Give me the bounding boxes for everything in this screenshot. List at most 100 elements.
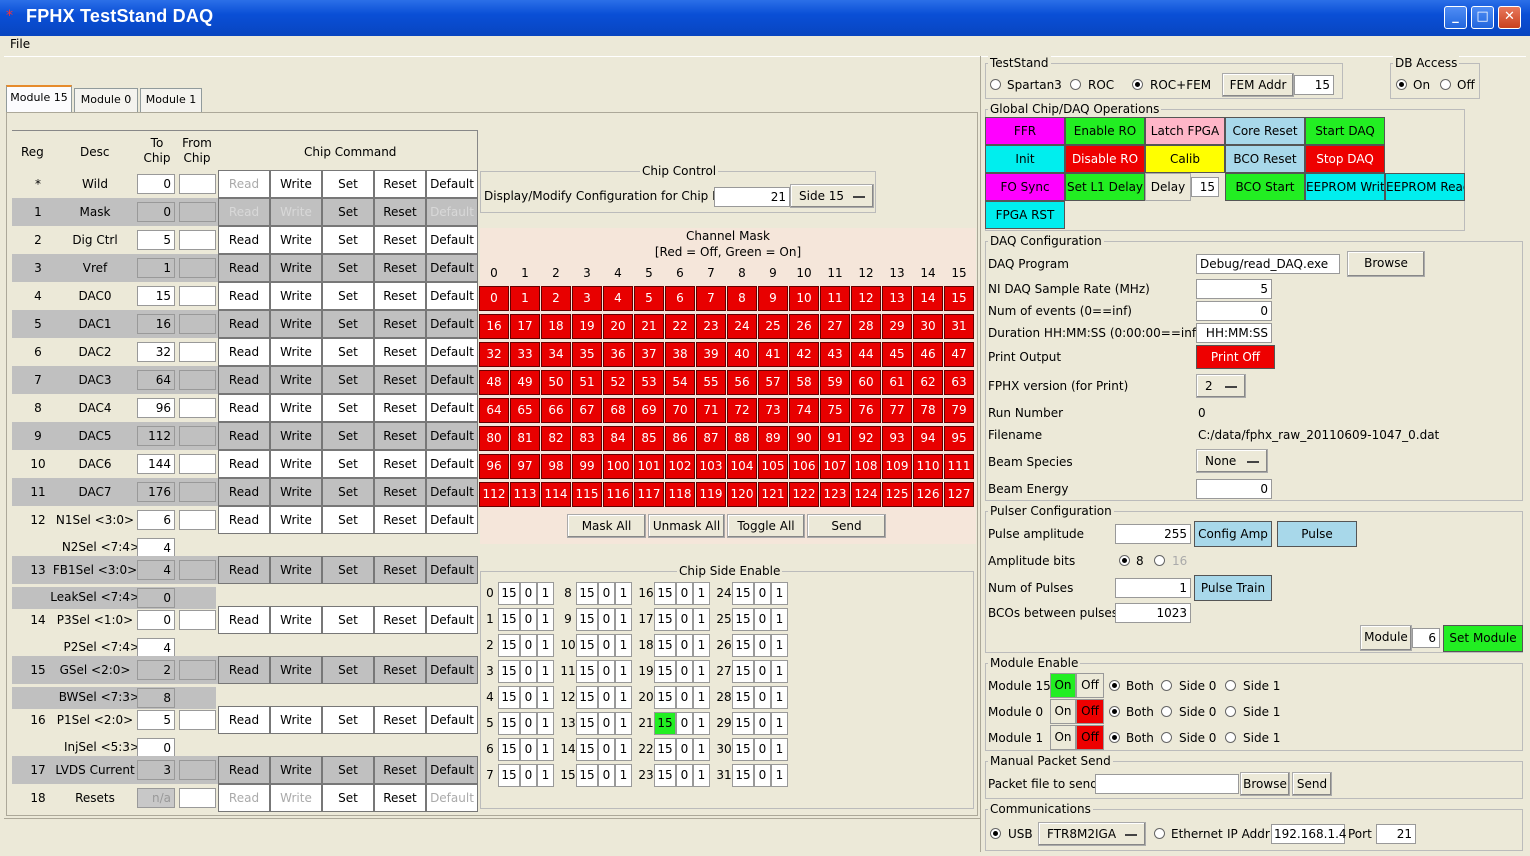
channel-toggle[interactable]: 107 — [820, 454, 850, 479]
chip-side-1[interactable]: 1 — [693, 634, 710, 657]
channel-toggle[interactable]: 42 — [789, 342, 819, 367]
radio-side1[interactable] — [1225, 680, 1236, 691]
chip-side-mask[interactable]: 15 — [732, 660, 754, 683]
channel-toggle[interactable]: 76 — [851, 398, 881, 423]
beam-energy-field[interactable]: 0 — [1196, 479, 1272, 499]
channel-toggle[interactable]: 62 — [913, 370, 943, 395]
to-chip-field[interactable]: 176 — [137, 482, 175, 502]
chip-side-mask[interactable]: 15 — [498, 686, 520, 709]
chip-side-1[interactable]: 1 — [771, 608, 788, 631]
channel-toggle[interactable]: 64 — [479, 398, 509, 423]
write-button[interactable]: Write — [270, 478, 322, 506]
chip-side-1[interactable]: 1 — [537, 634, 554, 657]
channel-toggle[interactable]: 86 — [665, 426, 695, 451]
channel-toggle[interactable]: 123 — [820, 482, 850, 507]
set-button[interactable]: Set — [322, 394, 374, 422]
reset-button[interactable]: Reset — [374, 338, 426, 366]
channel-toggle[interactable]: 19 — [572, 314, 602, 339]
channel-toggle[interactable]: 88 — [727, 426, 757, 451]
default-button[interactable]: Default — [426, 506, 478, 534]
write-button[interactable]: Write — [270, 198, 322, 226]
beam-species-select[interactable]: None — [1196, 449, 1268, 473]
module-on-button[interactable]: On — [1050, 725, 1076, 750]
unmask-all-button[interactable]: Unmask All — [648, 514, 725, 538]
channel-toggle[interactable]: 87 — [696, 426, 726, 451]
daq-browse-button[interactable]: Browse — [1347, 251, 1425, 277]
read-button[interactable]: Read — [218, 394, 270, 422]
set-button[interactable]: Set — [322, 310, 374, 338]
reset-button[interactable]: Reset — [374, 310, 426, 338]
bco-reset-button[interactable]: BCO Reset — [1225, 145, 1305, 173]
usb-device-select[interactable]: FTR8M2IGA — [1038, 822, 1146, 846]
packet-file-field[interactable] — [1095, 774, 1239, 794]
channel-toggle[interactable]: 44 — [851, 342, 881, 367]
channel-toggle[interactable]: 124 — [851, 482, 881, 507]
channel-toggle[interactable]: 20 — [603, 314, 633, 339]
channel-toggle[interactable]: 35 — [572, 342, 602, 367]
set-button[interactable]: Set — [322, 450, 374, 478]
num-pulses-field[interactable]: 1 — [1115, 578, 1191, 598]
channel-toggle[interactable]: 7 — [696, 286, 726, 311]
to-chip-field[interactable]: 4 — [137, 538, 175, 558]
reset-button[interactable]: Reset — [374, 706, 426, 734]
set-button[interactable]: Set — [322, 656, 374, 684]
radio-side0[interactable] — [1161, 706, 1172, 717]
init-button[interactable]: Init — [985, 145, 1065, 173]
channel-toggle[interactable]: 105 — [758, 454, 788, 479]
set-button[interactable]: Set — [322, 198, 374, 226]
channel-toggle[interactable]: 115 — [572, 482, 602, 507]
channel-toggle[interactable]: 2 — [541, 286, 571, 311]
module-field[interactable]: 6 — [1412, 628, 1440, 648]
chip-side-1[interactable]: 1 — [693, 660, 710, 683]
default-button[interactable]: Default — [426, 282, 478, 310]
chip-side-1[interactable]: 1 — [771, 738, 788, 761]
channel-toggle[interactable]: 49 — [510, 370, 540, 395]
reset-button[interactable]: Reset — [374, 422, 426, 450]
core-reset-button[interactable]: Core Reset — [1225, 117, 1305, 145]
pulse-train-button[interactable]: Pulse Train — [1194, 575, 1272, 601]
reset-button[interactable]: Reset — [374, 784, 426, 812]
channel-toggle[interactable]: 52 — [603, 370, 633, 395]
channel-toggle[interactable]: 127 — [944, 482, 974, 507]
default-button[interactable]: Default — [426, 756, 478, 784]
fpga-rst-button[interactable]: FPGA RST — [985, 201, 1065, 229]
to-chip-field[interactable]: 4 — [137, 638, 175, 658]
channel-toggle[interactable]: 125 — [882, 482, 912, 507]
channel-toggle[interactable]: 126 — [913, 482, 943, 507]
chip-side-0[interactable]: 0 — [598, 608, 615, 631]
radio-side1[interactable] — [1225, 732, 1236, 743]
chip-side-mask[interactable]: 15 — [654, 634, 676, 657]
channel-toggle[interactable]: 11 — [820, 286, 850, 311]
chip-side-1[interactable]: 1 — [771, 582, 788, 605]
radio-bits-8[interactable] — [1119, 555, 1130, 566]
chip-side-1[interactable]: 1 — [615, 738, 632, 761]
chip-side-mask[interactable]: 15 — [498, 660, 520, 683]
module-on-button[interactable]: On — [1050, 673, 1076, 698]
channel-toggle[interactable]: 97 — [510, 454, 540, 479]
default-button[interactable]: Default — [426, 254, 478, 282]
read-button[interactable]: Read — [218, 706, 270, 734]
read-button[interactable]: Read — [218, 756, 270, 784]
ffr-button[interactable]: FFR — [985, 117, 1065, 145]
chip-side-0[interactable]: 0 — [754, 686, 771, 709]
channel-toggle[interactable]: 93 — [882, 426, 912, 451]
read-button[interactable]: Read — [218, 478, 270, 506]
bco-start-button[interactable]: BCO Start — [1225, 173, 1305, 201]
set-button[interactable]: Set — [322, 506, 374, 534]
chip-side-mask[interactable]: 15 — [732, 738, 754, 761]
channel-toggle[interactable]: 25 — [758, 314, 788, 339]
channel-toggle[interactable]: 94 — [913, 426, 943, 451]
reset-button[interactable]: Reset — [374, 506, 426, 534]
chip-side-mask[interactable]: 15 — [498, 608, 520, 631]
stop-daq-button[interactable]: Stop DAQ — [1305, 145, 1385, 173]
channel-toggle[interactable]: 84 — [603, 426, 633, 451]
channel-toggle[interactable]: 100 — [603, 454, 633, 479]
channel-toggle[interactable]: 24 — [727, 314, 757, 339]
set-module-button[interactable]: Set Module — [1443, 625, 1523, 652]
channel-toggle[interactable]: 21 — [634, 314, 664, 339]
eeprom-write-button[interactable]: EEPROM Write — [1305, 173, 1385, 201]
module-off-button[interactable]: Off — [1076, 699, 1104, 724]
chip-side-mask[interactable]: 15 — [576, 712, 598, 735]
chip-side-0[interactable]: 0 — [754, 608, 771, 631]
packet-browse-button[interactable]: Browse — [1240, 772, 1290, 796]
